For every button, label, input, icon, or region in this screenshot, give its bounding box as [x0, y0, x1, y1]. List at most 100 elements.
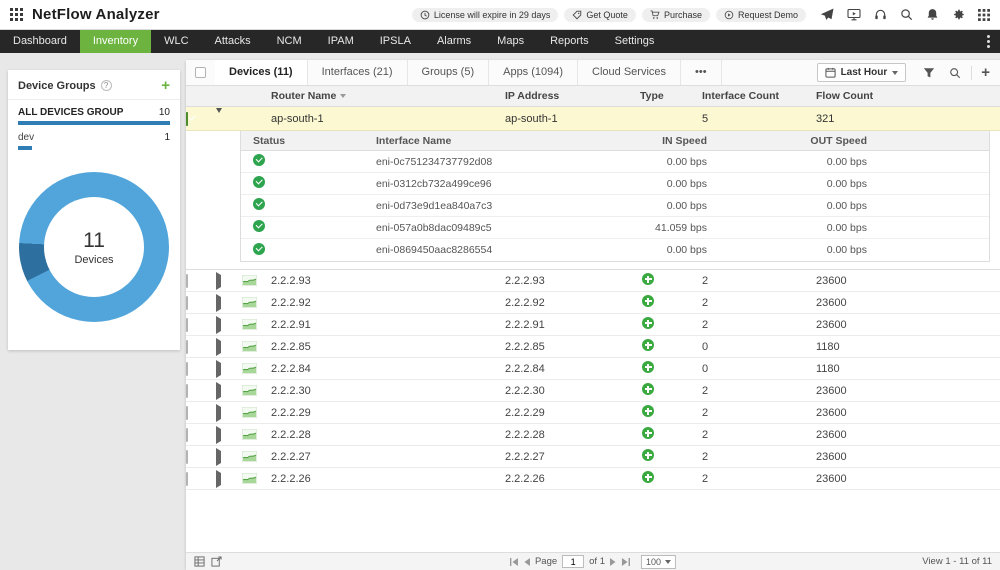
group-item-all-devices[interactable]: ALL DEVICES GROUP 10	[8, 100, 180, 125]
row-checkbox[interactable]	[186, 340, 188, 354]
row-checkbox[interactable]	[186, 112, 188, 126]
interface-name[interactable]: eni-0869450aac8286554	[376, 244, 589, 256]
device-row[interactable]: 2.2.2.292.2.2.29223600	[186, 402, 1000, 424]
device-row[interactable]: 2.2.2.262.2.2.26223600	[186, 468, 1000, 490]
interface-row[interactable]: eni-0d73e9d1ea840a7c3 0.00 bps 0.00 bps	[241, 195, 989, 217]
add-device-icon[interactable]: +	[981, 64, 990, 81]
row-checkbox[interactable]	[186, 318, 188, 332]
row-checkbox[interactable]	[186, 362, 188, 376]
router-name[interactable]: ap-south-1	[266, 113, 505, 125]
interface-row[interactable]: eni-057a0b8dac09489c5 41.059 bps 0.00 bp…	[241, 217, 989, 239]
device-row[interactable]: 2.2.2.852.2.2.8501180	[186, 336, 1000, 358]
column-header-interface-count[interactable]: Interface Count	[702, 90, 816, 102]
nav-item-attacks[interactable]: Attacks	[202, 30, 264, 53]
nav-item-dashboard[interactable]: Dashboard	[0, 30, 80, 53]
router-name[interactable]: 2.2.2.84	[266, 363, 505, 375]
device-row[interactable]: 2.2.2.272.2.2.27223600	[186, 446, 1000, 468]
router-name[interactable]: 2.2.2.29	[266, 407, 505, 419]
expand-caret-icon[interactable]	[216, 316, 221, 334]
device-row[interactable]: 2.2.2.922.2.2.92223600	[186, 292, 1000, 314]
router-name[interactable]: 2.2.2.26	[266, 473, 505, 485]
nav-item-inventory[interactable]: Inventory	[80, 30, 151, 53]
router-name[interactable]: 2.2.2.30	[266, 385, 505, 397]
first-page-icon[interactable]	[510, 558, 519, 566]
table-search-icon[interactable]	[949, 67, 961, 79]
device-row-expanded[interactable]: ap-south-1 ap-south-1 5 321	[186, 107, 1000, 131]
nav-item-ncm[interactable]: NCM	[264, 30, 315, 53]
license-badge[interactable]: License will expire in 29 days	[412, 8, 559, 22]
collapse-caret-icon[interactable]	[216, 108, 222, 125]
purchase-button[interactable]: Purchase	[642, 8, 710, 22]
select-all-checkbox[interactable]	[195, 67, 206, 78]
tab-groups[interactable]: Groups (5)	[408, 60, 490, 85]
row-checkbox[interactable]	[186, 274, 188, 288]
previous-page-icon[interactable]	[524, 558, 530, 566]
device-row[interactable]: 2.2.2.912.2.2.91223600	[186, 314, 1000, 336]
tab-more[interactable]: •••	[681, 60, 722, 85]
column-header-flow-count[interactable]: Flow Count	[816, 90, 926, 102]
export-table-icon[interactable]	[194, 556, 205, 567]
router-name[interactable]: 2.2.2.92	[266, 297, 505, 309]
next-page-icon[interactable]	[610, 558, 616, 566]
notifications-bell-icon[interactable]	[926, 8, 939, 21]
tab-interfaces[interactable]: Interfaces (21)	[308, 60, 408, 85]
row-checkbox[interactable]	[186, 450, 188, 464]
expand-caret-icon[interactable]	[216, 272, 221, 290]
expand-caret-icon[interactable]	[216, 294, 221, 312]
devices-donut-chart[interactable]: 11 Devices	[19, 172, 169, 322]
router-name[interactable]: 2.2.2.91	[266, 319, 505, 331]
training-screen-icon[interactable]	[847, 8, 861, 21]
interface-name[interactable]: eni-0c751234737792d08	[376, 156, 589, 168]
tab-cloud-services[interactable]: Cloud Services	[578, 60, 681, 85]
device-row[interactable]: 2.2.2.842.2.2.8401180	[186, 358, 1000, 380]
interface-row[interactable]: eni-0c751234737792d08 0.00 bps 0.00 bps	[241, 151, 989, 173]
expand-caret-icon[interactable]	[216, 382, 221, 400]
row-checkbox[interactable]	[186, 384, 188, 398]
device-row[interactable]: 2.2.2.282.2.2.28223600	[186, 424, 1000, 446]
nav-item-wlc[interactable]: WLC	[151, 30, 201, 53]
help-icon[interactable]: ?	[101, 80, 112, 91]
apps-grid-icon[interactable]	[10, 8, 23, 21]
nav-item-alarms[interactable]: Alarms	[424, 30, 484, 53]
column-header-router-name[interactable]: Router Name	[266, 90, 505, 102]
interface-name[interactable]: eni-057a0b8dac09489c5	[376, 222, 589, 234]
router-name[interactable]: 2.2.2.85	[266, 341, 505, 353]
support-headset-icon[interactable]	[874, 8, 887, 21]
nav-item-settings[interactable]: Settings	[602, 30, 668, 53]
nav-item-maps[interactable]: Maps	[484, 30, 537, 53]
interface-name[interactable]: eni-0312cb732a499ce96	[376, 178, 589, 190]
interface-row[interactable]: eni-0869450aac8286554 0.00 bps 0.00 bps	[241, 239, 989, 261]
expand-caret-icon[interactable]	[216, 426, 221, 444]
tab-devices[interactable]: Devices (11)	[215, 60, 308, 85]
interface-name[interactable]: eni-0d73e9d1ea840a7c3	[376, 200, 589, 212]
nav-item-reports[interactable]: Reports	[537, 30, 602, 53]
search-icon[interactable]	[900, 8, 913, 21]
nav-overflow-icon[interactable]	[977, 30, 1000, 53]
tab-apps[interactable]: Apps (1094)	[489, 60, 578, 85]
row-checkbox[interactable]	[186, 406, 188, 420]
request-demo-button[interactable]: Request Demo	[716, 8, 806, 22]
device-row[interactable]: 2.2.2.302.2.2.30223600	[186, 380, 1000, 402]
last-page-icon[interactable]	[621, 558, 630, 566]
expand-caret-icon[interactable]	[216, 360, 221, 378]
expand-caret-icon[interactable]	[216, 448, 221, 466]
send-feedback-icon[interactable]	[820, 8, 834, 21]
settings-gear-icon[interactable]	[952, 8, 965, 21]
filter-icon[interactable]	[923, 67, 935, 79]
time-range-selector[interactable]: Last Hour	[817, 63, 907, 82]
expand-caret-icon[interactable]	[216, 338, 221, 356]
expand-caret-icon[interactable]	[216, 470, 221, 488]
page-input[interactable]	[562, 555, 584, 568]
nav-item-ipam[interactable]: IPAM	[315, 30, 367, 53]
get-quote-button[interactable]: Get Quote	[564, 8, 636, 22]
page-size-select[interactable]: 100	[641, 555, 676, 569]
export-report-icon[interactable]	[211, 556, 222, 567]
waffle-menu-icon[interactable]	[978, 9, 990, 21]
column-header-ip-address[interactable]: IP Address	[505, 90, 640, 102]
expand-caret-icon[interactable]	[216, 404, 221, 422]
group-item-dev[interactable]: dev 1	[8, 125, 180, 150]
add-group-icon[interactable]: +	[161, 78, 170, 93]
router-name[interactable]: 2.2.2.27	[266, 451, 505, 463]
column-header-type[interactable]: Type	[640, 90, 702, 102]
device-row[interactable]: 2.2.2.932.2.2.93223600	[186, 270, 1000, 292]
